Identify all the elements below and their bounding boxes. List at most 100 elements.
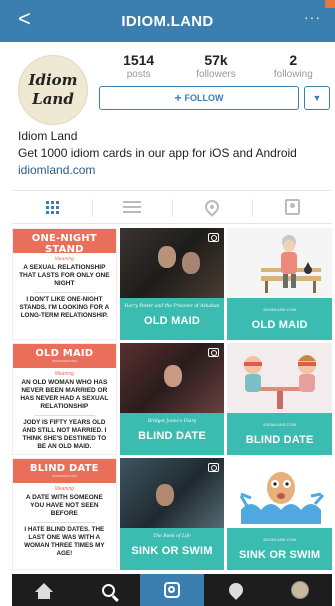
stat-number: 1514: [123, 52, 155, 68]
tab-tagged-view[interactable]: [252, 191, 332, 223]
video-camera-icon: [208, 348, 220, 357]
idiom-label: BLIND DATE: [245, 434, 314, 446]
avatar-logo-text: Idiom Land: [28, 71, 78, 108]
bottom-tab-bar: [12, 574, 332, 606]
old-lady-on-bench-illustration: [227, 228, 332, 298]
post-tile[interactable]: IDIOMLAND.COM SINK OR SWIM: [227, 458, 332, 570]
idiom-label: SINK OR SWIM: [239, 549, 321, 561]
status-indicator: [325, 0, 335, 8]
stat-followers[interactable]: 57k followers: [177, 52, 254, 80]
divider: [33, 292, 96, 293]
follow-button[interactable]: + FOLLOW: [99, 86, 299, 110]
idiom-label: BLIND DATE: [138, 430, 206, 442]
profile-avatar-icon: [291, 581, 309, 599]
post-grid: ONE-NIGHT STAND IDIOMLAND.COM Meaning A …: [12, 228, 332, 570]
stat-number: 2: [289, 52, 298, 68]
divider: [33, 522, 96, 523]
chevron-down-icon: ▼: [312, 93, 322, 103]
card-header: ONE-NIGHT STAND IDIOMLAND.COM: [13, 229, 116, 259]
heart-icon: [226, 580, 246, 600]
card-site: IDIOMLAND.COM: [52, 359, 77, 363]
stat-number: 57k: [204, 52, 228, 68]
splashing-swimmer-illustration: [227, 458, 332, 528]
site-label: IDIOMLAND.COM: [263, 422, 296, 427]
card-definition: A DATE WITH SOMEONE YOU HAVE NOT SEEN BE…: [25, 494, 103, 517]
post-tile[interactable]: IDIOMLAND.COM BLIND DATE: [227, 343, 332, 455]
illustration-image: [227, 228, 332, 298]
movie-caption: Bridget Jones's Diary: [147, 419, 197, 424]
character-face: [155, 484, 174, 506]
illustration-image: [227, 343, 332, 413]
site-label: IDIOMLAND.COM: [263, 307, 296, 312]
tab-grid-view[interactable]: [12, 191, 92, 223]
tab-list-view[interactable]: [92, 191, 172, 223]
tab-search[interactable]: [76, 574, 140, 606]
actor-face: [157, 246, 176, 268]
caption-band: Harry Potter and the Prisoner of Azkaban…: [119, 298, 225, 340]
post-tile[interactable]: IDIOMLAND.COM OLD MAID: [227, 228, 332, 340]
profile-view-tabs: [12, 190, 332, 224]
more-options-icon[interactable]: ···: [304, 9, 321, 25]
illustration-image: [227, 458, 332, 528]
movie-caption: Harry Potter and the Prisoner of Azkaban: [124, 304, 220, 309]
card-title: ONE-NIGHT STAND: [31, 233, 97, 255]
profile-name: Idiom Land: [18, 129, 78, 143]
suggestions-dropdown-button[interactable]: ▼: [304, 86, 330, 110]
profile-website-link[interactable]: idiomland.com: [18, 163, 95, 177]
tab-map-view[interactable]: [172, 191, 252, 223]
card-example: I DON'T LIKE ONE-NIGHT STANDS. I'M LOOKI…: [19, 296, 110, 319]
profile-bio: Get 1000 idiom cards in our app for iOS …: [18, 146, 297, 160]
caption-band: IDIOMLAND.COM OLD MAID: [227, 298, 332, 340]
profile-stats: 1514 posts 57k followers 2 following: [100, 52, 332, 80]
caption-band: The Book of Life SINK OR SWIM: [119, 528, 225, 570]
movie-caption: The Book of Life: [153, 534, 191, 539]
caption-band: Bridget Jones's Diary BLIND DATE: [119, 413, 225, 455]
page-title: IDIOM.LAND: [121, 13, 214, 30]
list-icon: [123, 198, 141, 216]
caption-band: IDIOMLAND.COM SINK OR SWIM: [227, 528, 332, 570]
grid-icon: [45, 200, 59, 214]
card-definition: A SEXUAL RELATIONSHIP THAT LASTS FOR ONL…: [19, 264, 110, 287]
caption-band: IDIOMLAND.COM BLIND DATE: [227, 413, 332, 455]
post-tile[interactable]: ONE-NIGHT STAND IDIOMLAND.COM Meaning A …: [12, 228, 117, 340]
tab-home[interactable]: [12, 574, 76, 606]
stat-label: posts: [126, 69, 151, 80]
location-pin-icon: [202, 197, 222, 217]
post-tile[interactable]: The Book of Life SINK OR SWIM: [119, 458, 225, 570]
post-tile[interactable]: BLIND DATE IDIOMLAND.COM Meaning A DATE …: [12, 458, 117, 570]
top-bar: < IDIOM.LAND ···: [0, 0, 335, 42]
avatar[interactable]: Idiom Land: [18, 55, 88, 125]
card-header: OLD MAID IDIOMLAND.COM: [13, 344, 116, 368]
home-icon: [35, 582, 53, 599]
stat-label: followers: [196, 69, 236, 80]
search-icon: [101, 583, 115, 597]
post-tile[interactable]: Bridget Jones's Diary BLIND DATE: [119, 343, 225, 455]
divider: [33, 415, 96, 416]
blindfolded-couple-illustration: [227, 343, 332, 413]
tab-camera[interactable]: [140, 574, 204, 606]
card-header: BLIND DATE IDIOMLAND.COM: [13, 459, 116, 483]
tab-activity[interactable]: [204, 574, 268, 606]
card-title: BLIND DATE: [29, 463, 99, 474]
actor-face: [181, 252, 200, 274]
card-example: JODY IS FIFTY YEARS OLD AND STILL NOT MA…: [22, 419, 107, 450]
card-site: IDIOMLAND.COM: [52, 255, 77, 259]
post-tile[interactable]: OLD MAID IDIOMLAND.COM Meaning AN OLD WO…: [12, 343, 117, 455]
tagged-person-icon: [284, 199, 300, 215]
idiom-label: OLD MAID: [144, 315, 200, 327]
plus-icon: +: [174, 91, 182, 105]
follow-label: FOLLOW: [184, 93, 224, 103]
site-label: IDIOMLAND.COM: [263, 537, 296, 542]
post-tile[interactable]: Harry Potter and the Prisoner of Azkaban…: [119, 228, 225, 340]
card-site: IDIOMLAND.COM: [52, 474, 77, 478]
idiom-label: SINK OR SWIM: [131, 545, 213, 557]
card-example: I HATE BLIND DATES. THE LAST ONE WAS WIT…: [24, 526, 105, 557]
camera-icon: [164, 582, 180, 598]
stat-following[interactable]: 2 following: [255, 52, 332, 80]
video-camera-icon: [208, 463, 220, 472]
idiom-label: OLD MAID: [251, 319, 308, 331]
tab-profile[interactable]: [268, 574, 332, 606]
card-title: OLD MAID: [35, 348, 94, 359]
stat-label: following: [273, 69, 313, 80]
stat-posts[interactable]: 1514 posts: [100, 52, 177, 80]
